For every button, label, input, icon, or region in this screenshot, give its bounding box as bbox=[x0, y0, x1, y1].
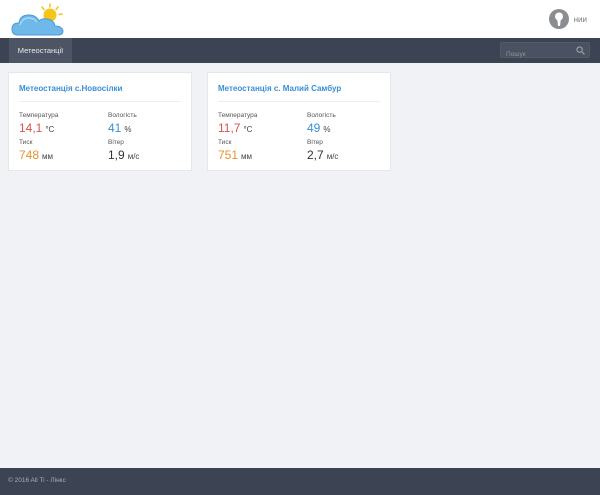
user-avatar-icon[interactable] bbox=[548, 9, 569, 29]
temperature-unit: °C bbox=[45, 125, 55, 134]
wind-value: 1,9 bbox=[108, 148, 125, 162]
pressure-unit: мм bbox=[42, 152, 54, 161]
wind-unit: м/с bbox=[326, 152, 339, 161]
user-menu[interactable]: нии bbox=[548, 9, 587, 29]
temperature-unit: °C bbox=[243, 125, 253, 134]
temperature-value: 11,7 bbox=[218, 121, 241, 135]
wind-metric: Вітер 2,7 м/с bbox=[307, 139, 338, 164]
humidity-metric: Вологість 41% bbox=[108, 112, 137, 137]
search-icon[interactable] bbox=[576, 46, 585, 55]
user-name[interactable]: нии bbox=[574, 15, 587, 24]
station-title-link[interactable]: Метеостанція с. Малий Самбур bbox=[218, 84, 341, 93]
wind-label: Вітер bbox=[307, 139, 323, 146]
page-footer: © 2016 All Ti - Лінкс bbox=[0, 468, 600, 495]
pressure-metric: Тиск 751 мм bbox=[218, 139, 252, 164]
sun-cloud-icon[interactable] bbox=[10, 2, 68, 38]
pressure-value: 748 bbox=[19, 148, 40, 162]
station-title-link[interactable]: Метеостанція с.Новосілки bbox=[19, 84, 122, 93]
station-card: Метеостанція с. Малий Самбур Температура… bbox=[207, 72, 391, 171]
humidity-label: Вологість bbox=[108, 112, 137, 119]
top-header: нии bbox=[0, 0, 600, 38]
humidity-value: 41 bbox=[108, 121, 122, 135]
pressure-value: 751 bbox=[218, 148, 239, 162]
search-input[interactable] bbox=[501, 47, 571, 62]
wind-unit: м/с bbox=[127, 152, 140, 161]
temperature-value: 14,1 bbox=[19, 121, 43, 135]
temperature-label: Температура bbox=[19, 112, 59, 119]
main-navbar: Метеостанції bbox=[0, 38, 600, 63]
temperature-label: Температура bbox=[218, 112, 258, 119]
pressure-label: Тиск bbox=[218, 139, 232, 146]
humidity-unit: % bbox=[124, 125, 132, 134]
search-box bbox=[500, 42, 590, 62]
station-card: Метеостанція с.Новосілки Температура 14,… bbox=[8, 72, 192, 171]
humidity-metric: Вологість 49% bbox=[307, 112, 336, 137]
card-divider bbox=[19, 101, 181, 102]
wind-value: 2,7 bbox=[307, 148, 324, 162]
copyright-text: © 2016 All Ti - Лінкс bbox=[8, 477, 66, 484]
humidity-label: Вологість bbox=[307, 112, 336, 119]
wind-metric: Вітер 1,9 м/с bbox=[108, 139, 139, 164]
tab-stations[interactable]: Метеостанції bbox=[9, 38, 72, 63]
pressure-metric: Тиск 748 мм bbox=[19, 139, 53, 164]
humidity-unit: % bbox=[323, 125, 331, 134]
wind-label: Вітер bbox=[108, 139, 124, 146]
pressure-unit: мм bbox=[241, 152, 253, 161]
card-divider bbox=[218, 101, 380, 102]
temperature-metric: Температура 14,1 °C bbox=[19, 112, 58, 137]
temperature-metric: Температура 11,7 °C bbox=[218, 112, 257, 137]
humidity-value: 49 bbox=[307, 121, 321, 135]
pressure-label: Тиск bbox=[19, 139, 33, 146]
